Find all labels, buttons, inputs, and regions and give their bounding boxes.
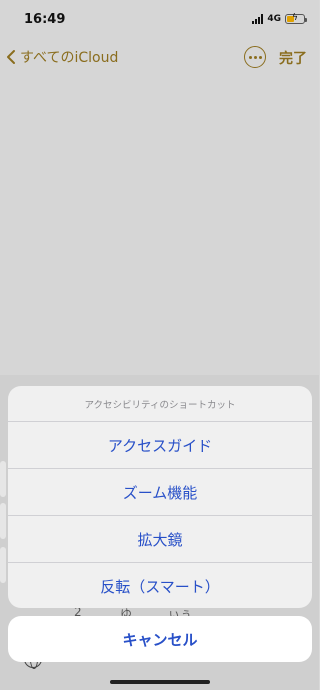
status-indicators: 4G ϟ [252,12,307,26]
battery-icon: ϟ [285,13,307,24]
keyboard-key [0,461,6,497]
signal-icon [252,14,264,24]
option-magnifier[interactable]: 拡大鏡 [8,516,312,563]
back-button[interactable]: すべてのiCloud [6,44,118,70]
back-button-label: すべてのiCloud [20,50,119,66]
ellipsis-circle-icon[interactable] [244,46,266,68]
keyboard-key [0,547,6,583]
option-guided-access[interactable]: アクセスガイド [8,422,312,469]
cancel-button[interactable]: キャンセル [8,616,312,662]
sheet-title: アクセシビリティのショートカット [8,386,312,422]
done-button[interactable]: 完了 [279,48,307,68]
keyboard-key [0,503,6,539]
option-smart-invert[interactable]: 反転（スマート） [8,563,312,608]
navigation-bar: すべてのiCloud 完了 [0,42,319,72]
option-zoom[interactable]: ズーム機能 [8,469,312,516]
home-indicator [110,680,210,684]
status-bar: 16:49 4G ϟ [0,0,319,38]
network-type: 4G [267,14,281,24]
accessibility-shortcut-sheet: アクセシビリティのショートカット アクセスガイド ズーム機能 拡大鏡 反転（スマ… [8,386,312,608]
chevron-left-icon [7,50,15,64]
status-time: 16:49 [24,12,66,27]
